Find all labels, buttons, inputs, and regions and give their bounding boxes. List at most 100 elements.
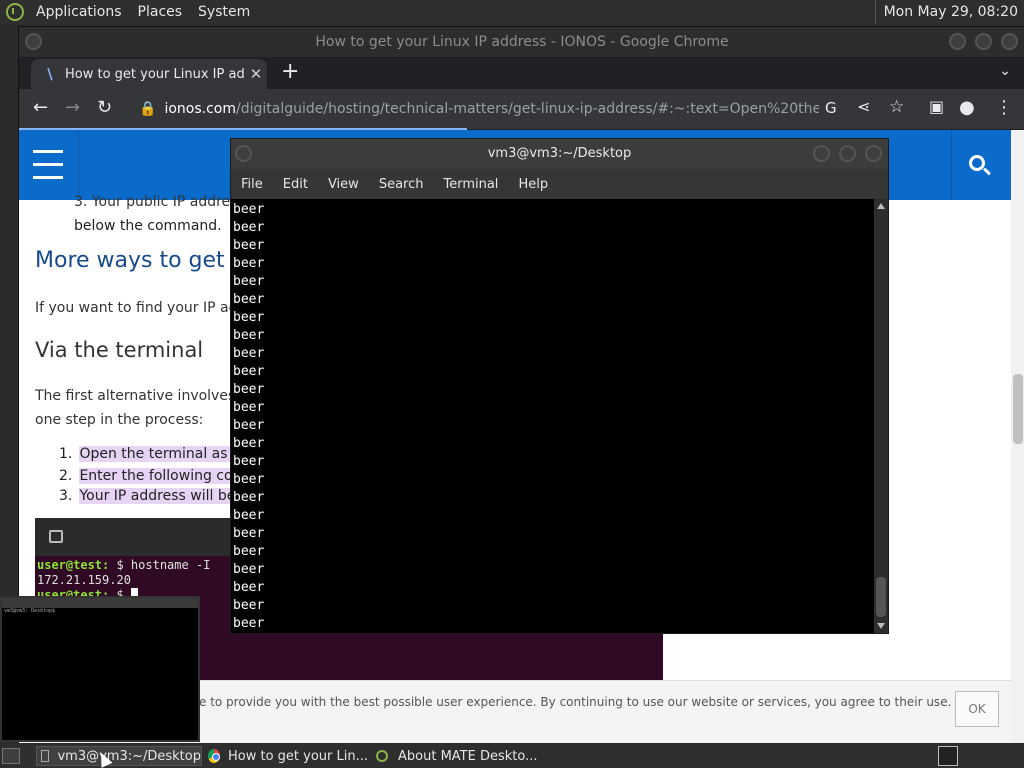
window-preview-thumbnail[interactable]: vm3@vm3: Desktop$ xyxy=(0,596,200,742)
chrome-toolbar: ← → ↻ 🔒 ionos.com/digitalguide/hosting/te… xyxy=(19,89,1024,129)
ionos-favicon-icon: \ xyxy=(47,65,53,83)
mate-icon xyxy=(376,750,388,762)
paragraph-if-you: If you want to find your IP add xyxy=(35,300,247,316)
terminal-line: beer xyxy=(233,508,265,523)
terminal-minimize-icon[interactable] xyxy=(813,145,830,162)
scroll-down-arrow-icon[interactable] xyxy=(877,623,885,629)
window-title: How to get your Linux IP address - IONOS… xyxy=(315,34,729,50)
google-lens-icon[interactable]: G xyxy=(825,99,837,117)
step-text: Your IP address will be d xyxy=(79,488,249,504)
menu-search[interactable]: Search xyxy=(369,177,434,192)
terminal-line: beer xyxy=(233,274,265,289)
terminal-line: beer xyxy=(233,472,265,487)
new-tab-icon xyxy=(49,530,63,543)
terminal-close-icon[interactable] xyxy=(865,145,882,162)
terminal-line: beer xyxy=(233,562,265,577)
mate-logo-icon[interactable] xyxy=(6,3,24,21)
close-icon[interactable] xyxy=(1001,33,1018,50)
terminal-maximize-icon[interactable] xyxy=(839,145,856,162)
code-command: $ hostname -I xyxy=(109,558,211,572)
menu-help[interactable]: Help xyxy=(508,177,558,192)
scroll-up-arrow-icon[interactable] xyxy=(877,203,885,209)
page-scrollbar[interactable] xyxy=(1011,130,1024,743)
more-menu-icon[interactable]: ⋮ xyxy=(995,97,1013,118)
code-ip-output: 172.21.159.20 xyxy=(37,573,131,587)
tab-bar: \ How to get your Linux IP addre ✕ + ⌄ xyxy=(19,57,1024,89)
site-search-icon[interactable] xyxy=(951,130,1007,200)
maximize-icon[interactable] xyxy=(975,33,992,50)
terminal-line: beer xyxy=(233,310,265,325)
page-scroll-thumb[interactable] xyxy=(1013,374,1023,444)
terminal-scrollbar[interactable] xyxy=(874,199,888,633)
terminal-output[interactable]: beer beer beer beer beer beer beer beer … xyxy=(233,201,873,633)
hamburger-menu-icon[interactable] xyxy=(19,130,79,200)
bottom-taskbar: vm3@vm3:~/Desktop How to get your Lin...… xyxy=(0,744,1024,768)
menu-file[interactable]: File xyxy=(231,177,273,192)
step-number: 3. xyxy=(59,488,73,504)
terminal-line: beer xyxy=(233,598,265,613)
code-user: user@test: xyxy=(37,558,110,572)
side-panel-icon[interactable]: ▣ xyxy=(929,97,944,116)
show-desktop-icon[interactable] xyxy=(2,748,20,764)
step-text: Open the terminal as de xyxy=(79,446,250,462)
terminal-line: beer xyxy=(233,454,265,469)
terminal-line: beer xyxy=(233,382,265,397)
preview-text: vm3@vm3: Desktop$ xyxy=(4,608,56,614)
terminal-line: beer xyxy=(233,526,265,541)
terminal-icon xyxy=(41,750,50,762)
terminal-scroll-thumb[interactable] xyxy=(876,577,886,617)
places-menu[interactable]: Places xyxy=(130,4,191,20)
clock[interactable]: Mon May 29, 08:20 xyxy=(874,0,1024,24)
minimize-icon[interactable] xyxy=(949,33,966,50)
url-host: ionos.com xyxy=(164,101,236,117)
tab-ionos[interactable]: \ How to get your Linux IP addre ✕ xyxy=(31,59,267,89)
terminal-line: beer xyxy=(233,544,265,559)
menu-terminal[interactable]: Terminal xyxy=(433,177,508,192)
back-icon[interactable]: ← xyxy=(33,97,48,118)
terminal-window: vm3@vm3:~/Desktop File Edit View Search … xyxy=(230,138,889,634)
taskbar-label: vm3@vm3:~/Desktop xyxy=(57,748,201,764)
url-path: /digitalguide/hosting/technical-matters/… xyxy=(235,101,819,117)
window-menu-icon[interactable] xyxy=(25,33,42,50)
terminal-line: beer xyxy=(233,202,265,217)
taskbar-item-terminal[interactable]: vm3@vm3:~/Desktop xyxy=(36,746,202,766)
taskbar-item-about-mate[interactable]: About MATE Deskto... xyxy=(372,746,542,766)
system-menu[interactable]: System xyxy=(190,4,258,20)
terminal-window-menu-icon[interactable] xyxy=(235,145,252,162)
tab-title: How to get your Linux IP addre xyxy=(65,66,245,82)
terminal-line: beer xyxy=(233,346,265,361)
forward-icon[interactable]: → xyxy=(65,97,80,118)
applications-menu[interactable]: Applications xyxy=(28,4,130,20)
cookie-text: e to provide you with the best possible … xyxy=(199,695,952,709)
taskbar-item-chrome[interactable]: How to get your Lin... xyxy=(204,746,368,766)
terminal-title-bar[interactable]: vm3@vm3:~/Desktop xyxy=(231,139,888,169)
terminal-line: beer xyxy=(233,436,265,451)
chrome-icon xyxy=(208,749,220,763)
tab-close-icon[interactable]: ✕ xyxy=(245,65,267,83)
reload-icon[interactable]: ↻ xyxy=(97,97,112,118)
step-number: 2. xyxy=(59,468,73,484)
terminal-line: beer xyxy=(233,418,265,433)
cookie-ok-button[interactable]: OK xyxy=(955,691,999,727)
address-bar[interactable]: 🔒 ionos.com/digitalguide/hosting/technica… xyxy=(139,95,819,123)
taskbar-label: About MATE Deskto... xyxy=(398,748,538,764)
new-tab-icon[interactable]: + xyxy=(281,61,299,83)
share-icon[interactable]: ⋖ xyxy=(857,97,870,116)
chrome-title-bar[interactable]: How to get your Linux IP address - IONOS… xyxy=(19,27,1024,57)
terminal-line: beer xyxy=(233,616,265,631)
step-item: 3. Your IP address will be d xyxy=(59,488,249,504)
bookmark-star-icon[interactable]: ☆ xyxy=(889,97,904,117)
paragraph-alternative: The first alternative involves th one st… xyxy=(35,388,255,428)
step-item: 1. Open the terminal as de xyxy=(59,446,250,462)
profile-avatar-icon[interactable]: ● xyxy=(959,97,975,118)
workspace-switcher[interactable] xyxy=(938,746,958,766)
tab-search-chevron-icon[interactable]: ⌄ xyxy=(999,63,1011,79)
lock-icon[interactable]: 🔒 xyxy=(139,101,156,117)
step-text: Enter the following com xyxy=(79,468,247,484)
menu-view[interactable]: View xyxy=(318,177,369,192)
terminal-line: beer xyxy=(233,292,265,307)
menu-edit[interactable]: Edit xyxy=(273,177,318,192)
list-fragment: 3. Your public IP address, below the com… xyxy=(74,190,249,238)
terminal-line: beer xyxy=(233,328,265,343)
heading-via-terminal: Via the terminal xyxy=(35,338,204,362)
